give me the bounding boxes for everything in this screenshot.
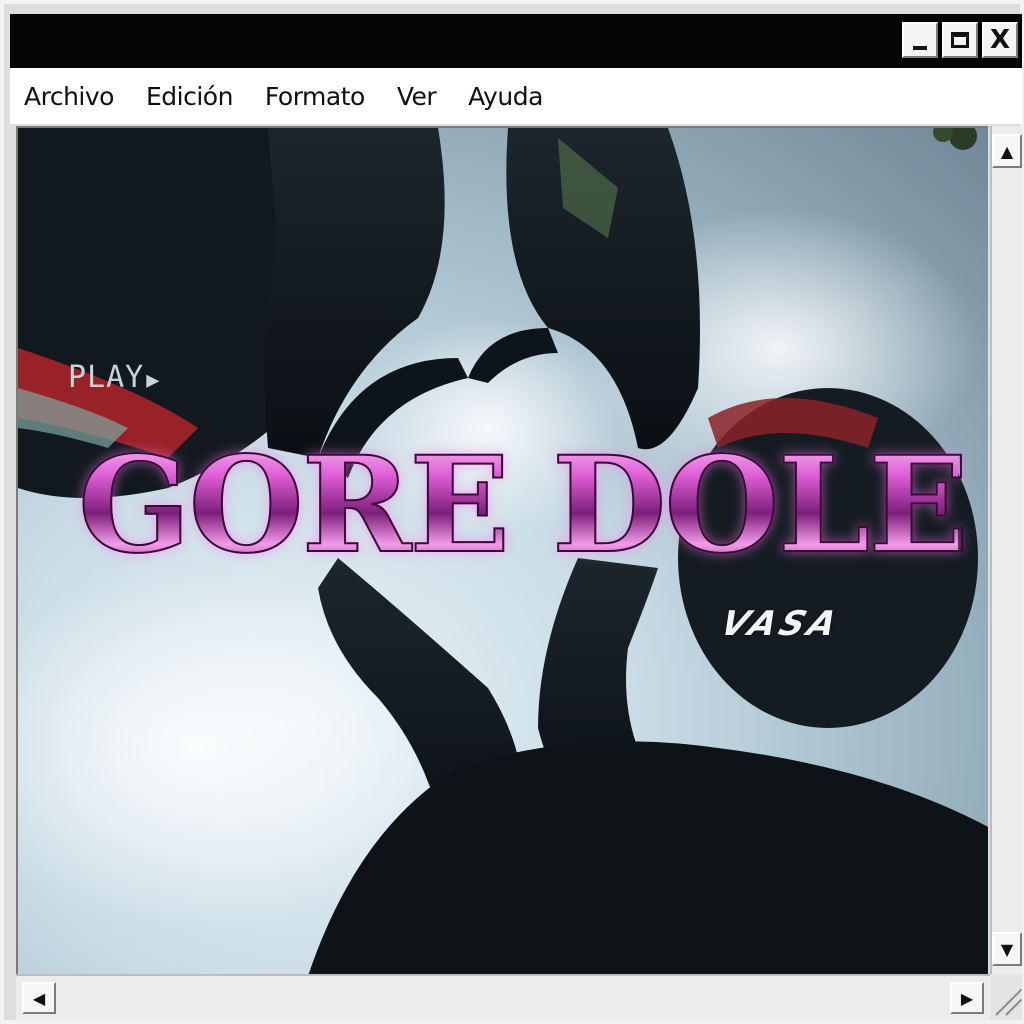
- close-button[interactable]: X: [982, 22, 1018, 58]
- scroll-up-button[interactable]: ▲: [992, 134, 1022, 168]
- play-overlay-label: PLAY▶: [68, 360, 161, 395]
- image-viewport: PLAY▶ GORE DOLE VASA: [16, 126, 988, 974]
- play-icon: ▶: [146, 368, 161, 393]
- vertical-scrollbar[interactable]: ▲ ▼: [990, 126, 1022, 974]
- scroll-left-button[interactable]: ◀: [22, 982, 56, 1014]
- close-icon: X: [989, 25, 1011, 55]
- app-window: X Archivo Edición Formato Ver Ayuda PLAY…: [0, 0, 1024, 1024]
- menu-item-edicion[interactable]: Edición: [146, 82, 233, 111]
- horizontal-scrollbar[interactable]: ◀ ▶: [16, 974, 990, 1020]
- maximize-button[interactable]: [942, 22, 978, 58]
- minimize-button[interactable]: [902, 22, 938, 58]
- artist-name: VASA: [715, 604, 846, 644]
- title-bar[interactable]: X: [10, 14, 1022, 68]
- menu-bar: Archivo Edición Formato Ver Ayuda: [10, 68, 1022, 124]
- arrow-right-icon: ▶: [960, 988, 974, 1008]
- menu-item-ayuda[interactable]: Ayuda: [468, 82, 543, 111]
- menu-item-formato[interactable]: Formato: [265, 82, 365, 111]
- play-text: PLAY: [68, 360, 145, 395]
- resize-grip[interactable]: [990, 974, 1023, 1020]
- arrow-left-icon: ◀: [32, 988, 46, 1008]
- arrow-up-icon: ▲: [1000, 141, 1014, 161]
- leaf-shape: [949, 128, 977, 150]
- menu-item-archivo[interactable]: Archivo: [24, 82, 114, 111]
- scroll-down-button[interactable]: ▼: [992, 932, 1022, 966]
- maximize-icon: [951, 32, 969, 48]
- arrow-down-icon: ▼: [1000, 939, 1014, 959]
- scroll-right-button[interactable]: ▶: [950, 982, 984, 1014]
- album-title: GORE DOLE: [77, 427, 970, 584]
- menu-item-ver[interactable]: Ver: [397, 82, 437, 111]
- minimize-icon: [913, 46, 927, 50]
